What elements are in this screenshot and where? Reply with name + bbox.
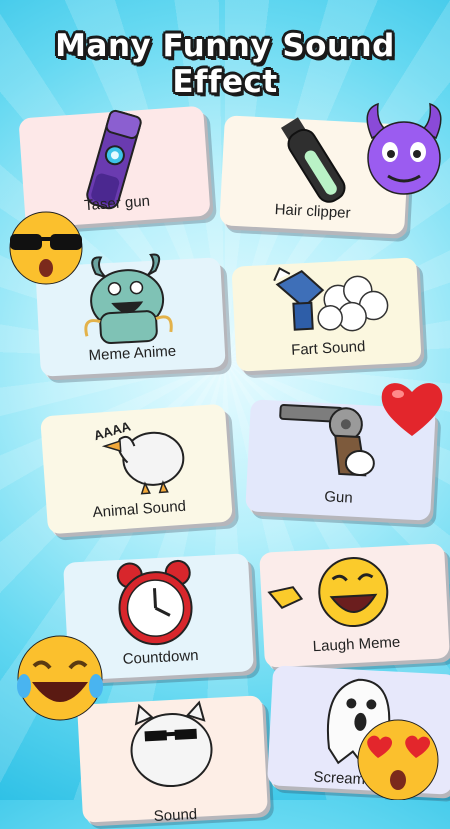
sunglasses-emoji-icon: [9, 211, 83, 285]
heart-emoji-icon: [381, 383, 443, 436]
devil-emoji-icon: [366, 102, 442, 195]
page-title: Many Funny Sound Effect: [55, 28, 395, 100]
laughing-emoji-icon: [17, 635, 103, 721]
card-laugh-meme[interactable]: Laugh Meme: [259, 543, 450, 668]
card-animal-sound[interactable]: AAAA Animal Sound: [40, 403, 233, 535]
card-fart-sound[interactable]: Fart Sound: [231, 257, 422, 372]
heart-eyes-emoji-icon: [357, 719, 439, 800]
